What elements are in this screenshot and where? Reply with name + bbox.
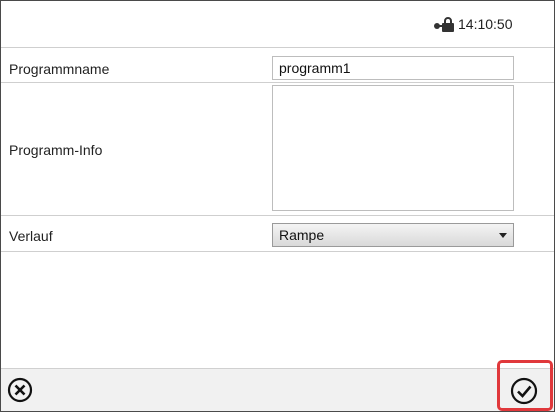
cancel-circle-icon[interactable]	[7, 377, 33, 403]
divider	[1, 251, 554, 252]
divider	[1, 215, 554, 216]
status-bar: 14:10:50	[1, 1, 554, 47]
program-name-label: Programmname	[9, 61, 110, 77]
curve-label: Verlauf	[9, 228, 53, 244]
curve-select-value: Rampe	[279, 227, 325, 243]
program-name-input[interactable]: programm1	[272, 56, 514, 80]
divider	[1, 47, 554, 48]
divider	[1, 82, 554, 83]
curve-select[interactable]: Rampe	[272, 223, 514, 247]
clock: 14:10:50	[458, 16, 513, 32]
lock-icon	[434, 17, 454, 32]
program-info-input[interactable]	[272, 85, 514, 211]
program-info-label: Programm-Info	[9, 142, 103, 158]
bottom-bar	[1, 368, 554, 411]
checkmark-circle-icon[interactable]	[510, 377, 538, 405]
program-edit-screen: 14:10:50 Programmname programm1 Programm…	[0, 0, 555, 412]
dropdown-arrow-icon	[499, 233, 507, 238]
